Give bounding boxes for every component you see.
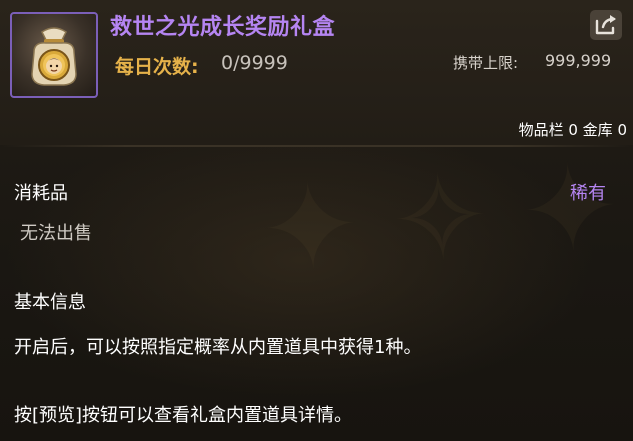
carry-limit-label: 携带上限: <box>453 54 519 72</box>
daily-count-value: 0/9999 <box>221 52 288 74</box>
item-tooltip-panel: ✦ ✧ ✦ 救世之光成长奖励礼盒 每日次数: 0/9999 携带上限: 999,… <box>0 0 633 441</box>
storage-counts: 物品栏 0 金库 0 <box>518 121 627 139</box>
daily-count-label: 每日次数: <box>115 56 199 78</box>
background-art: ✦ ✧ ✦ <box>255 137 620 302</box>
basic-info-title: 基本信息 <box>14 292 86 313</box>
item-rarity: 稀有 <box>570 183 606 204</box>
share-button[interactable] <box>590 10 622 40</box>
description-line: 开启后，可以按照指定概率从内置道具中获得1种。 <box>14 337 422 358</box>
item-category: 消耗品 <box>14 183 68 204</box>
carry-limit-value: 999,999 <box>545 51 612 70</box>
item-icon-frame <box>10 12 98 98</box>
share-icon <box>595 15 616 35</box>
header-divider <box>0 145 633 147</box>
sale-restriction: 无法出售 <box>20 223 92 244</box>
item-title: 救世之光成长奖励礼盒 <box>110 15 336 40</box>
description-line: 按[预览]按钮可以查看礼盒内置道具详情。 <box>14 405 353 426</box>
gift-bag-icon <box>31 27 77 86</box>
